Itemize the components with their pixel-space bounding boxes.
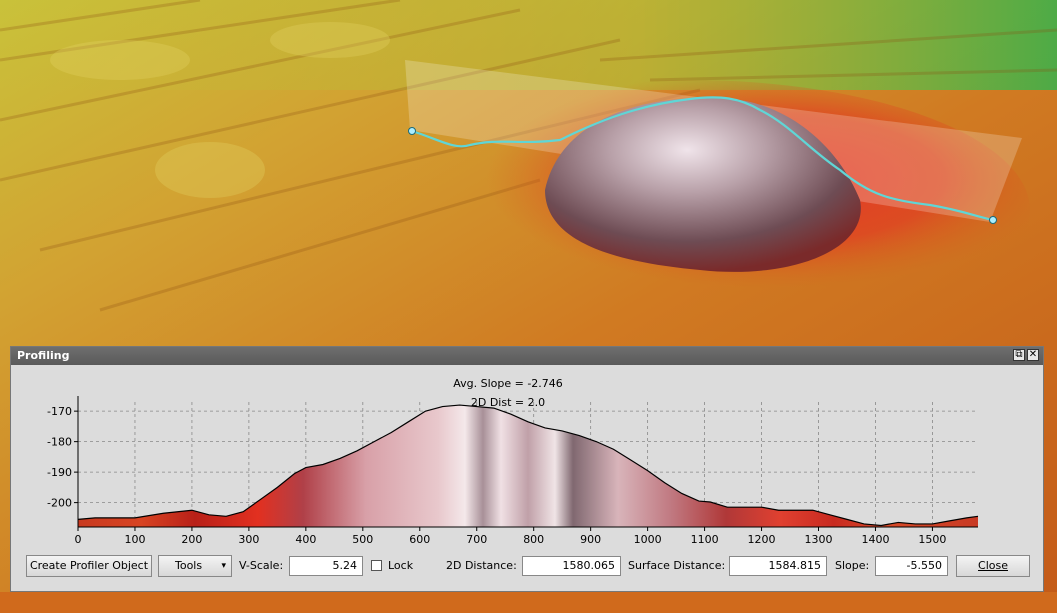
restore-icon[interactable]: ⧉: [1013, 349, 1025, 361]
x-tick-label: 500: [352, 533, 373, 546]
x-tick-label: 800: [523, 533, 544, 546]
x-tick-label: 0: [75, 533, 82, 546]
surface-distance-label: Surface Distance:: [628, 559, 726, 572]
x-tick-label: 600: [409, 533, 430, 546]
x-tick-label: 1200: [748, 533, 776, 546]
x-tick-label: 100: [124, 533, 145, 546]
x-tick-label: 900: [580, 533, 601, 546]
close-button[interactable]: Close: [956, 555, 1030, 577]
chevron-down-icon: ▾: [221, 561, 226, 571]
2d-distance-input[interactable]: 1580.065: [522, 556, 621, 576]
vscale-input[interactable]: 5.24: [289, 556, 363, 576]
y-tick-label: -190: [47, 466, 72, 479]
x-tick-label: 1500: [918, 533, 946, 546]
y-tick-label: -200: [47, 497, 72, 510]
tools-label: Tools: [175, 559, 203, 572]
x-tick-label: 1300: [805, 533, 833, 546]
y-tick-label: -170: [47, 405, 72, 418]
x-tick-label: 1400: [861, 533, 889, 546]
2d-distance-label: 2D Distance:: [446, 559, 517, 572]
profiling-titlebar[interactable]: Profiling ⧉ ✕: [11, 347, 1043, 365]
tools-dropdown[interactable]: Tools ▾: [158, 555, 232, 577]
profile-chart: 0 100 200 300 400 500 600 700 800 900 1000 1100 1200…: [47, 377, 979, 546]
annotation-2d-dist: 2D Dist = 2.0: [471, 396, 545, 409]
close-icon[interactable]: ✕: [1027, 349, 1039, 361]
profile-area: [78, 405, 978, 527]
lock-checkbox[interactable]: [371, 560, 382, 571]
annotation-avg-slope: Avg. Slope = -2.746: [453, 377, 563, 390]
create-profiler-object-button[interactable]: Create Profiler Object: [26, 555, 152, 577]
lock-label: Lock: [388, 559, 414, 572]
panel-title: Profiling: [17, 349, 70, 362]
x-tick-label: 700: [466, 533, 487, 546]
vscale-label: V-Scale:: [239, 559, 284, 572]
x-tick-label: 1000: [634, 533, 662, 546]
slope-label: Slope:: [835, 559, 870, 572]
x-tick-label: 400: [295, 533, 316, 546]
y-tick-label: -180: [47, 436, 72, 449]
x-tick-label: 200: [181, 533, 202, 546]
surface-distance-input[interactable]: 1584.815: [729, 556, 827, 576]
profiling-panel: Profiling ⧉ ✕ 0 100 200 300 400 500 600 …: [10, 346, 1044, 592]
x-tick-label: 300: [238, 533, 259, 546]
slope-input[interactable]: -5.550: [875, 556, 948, 576]
x-tick-label: 1100: [691, 533, 719, 546]
